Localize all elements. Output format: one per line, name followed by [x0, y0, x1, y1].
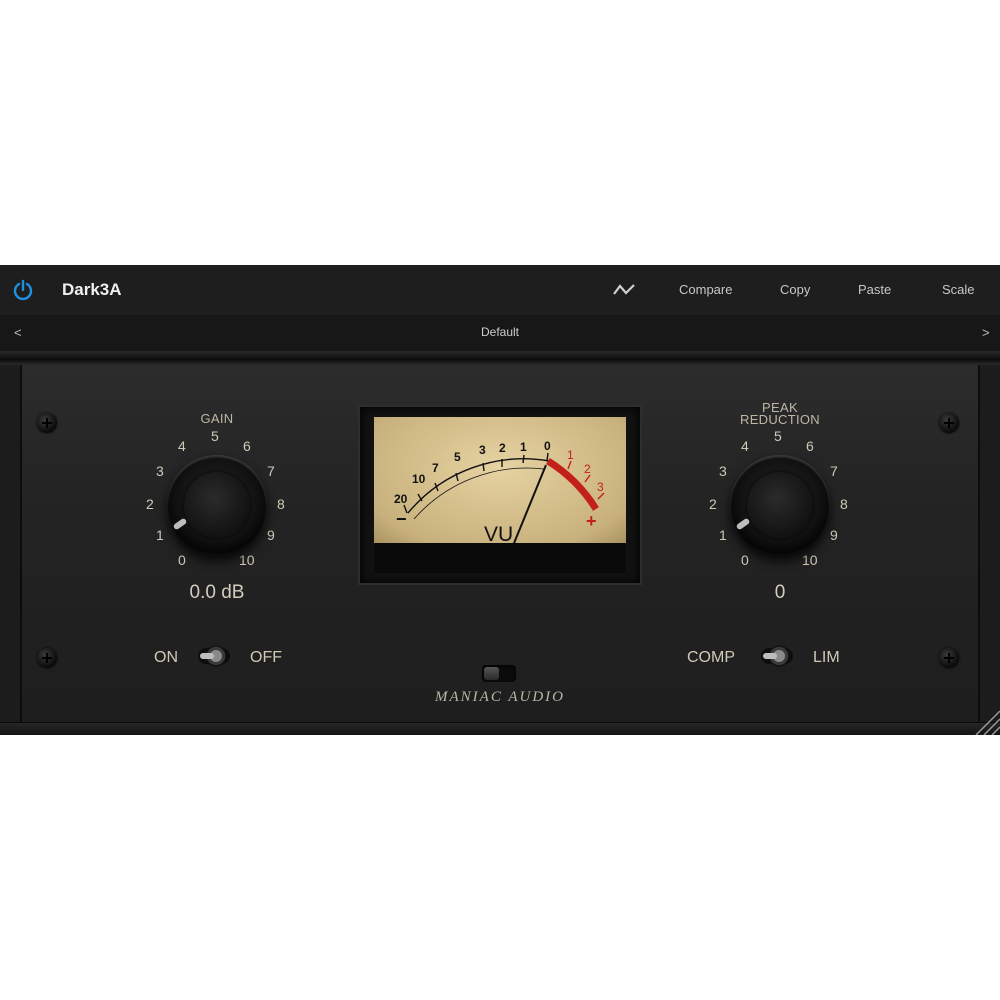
meter-mode-switch[interactable]: [482, 665, 516, 682]
vu-scale-7: 7: [432, 461, 439, 475]
vu-plus: +: [586, 511, 597, 531]
peak-reduction-knob-indicator: [735, 517, 751, 531]
vu-scale-2: 2: [499, 441, 506, 455]
vu-meter-scale: 20 10 7 5 3 2 1 0 1 2 3 − + VU: [394, 439, 605, 554]
plugin-window: Dark3A Compare Copy Paste Scale < Defaul…: [0, 265, 1000, 735]
peak-scale-8: 8: [840, 496, 848, 512]
plugin-name: Dark3A: [62, 280, 122, 299]
lim-label: LIM: [813, 649, 840, 666]
peak-scale-9: 9: [830, 527, 838, 543]
gain-readout: 0.0 dB: [189, 582, 245, 603]
next-preset-button[interactable]: >: [982, 325, 990, 340]
gain-label: GAIN: [200, 411, 234, 426]
gain-knob[interactable]: [167, 455, 267, 555]
vu-meter-base: [374, 543, 626, 573]
screw-icon: [37, 413, 57, 433]
peak-scale-3: 3: [719, 463, 727, 479]
bottom-rail: [0, 722, 1000, 735]
on-off-toggle[interactable]: [196, 642, 232, 670]
vu-scale-1: 1: [520, 440, 527, 454]
vu-scale-3: 3: [479, 443, 486, 457]
resize-handle-icon[interactable]: [972, 707, 1000, 735]
vu-meter-face: 20 10 7 5 3 2 1 0 1 2 3 − + VU: [374, 417, 626, 554]
vu-title: VU: [484, 523, 513, 543]
peak-scale-4: 4: [741, 438, 749, 454]
peak-scale-1: 1: [719, 527, 727, 543]
vu-meter: 20 10 7 5 3 2 1 0 1 2 3 − + VU: [358, 405, 642, 585]
gain-scale-0: 0: [178, 552, 186, 568]
vu-scale-red-3: 3: [597, 480, 604, 494]
peak-scale-7: 7: [830, 463, 838, 479]
gain-scale-5: 5: [211, 428, 219, 444]
gain-scale-4: 4: [178, 438, 186, 454]
gain-knob-cap: [184, 472, 250, 538]
paste-button[interactable]: Paste: [858, 282, 891, 297]
peak-scale-6: 6: [806, 438, 814, 454]
on-label: ON: [154, 649, 178, 666]
vu-minus: −: [396, 509, 407, 529]
screw-icon: [939, 413, 959, 433]
gain-scale-7: 7: [267, 463, 275, 479]
gain-scale-3: 3: [156, 463, 164, 479]
preset-name[interactable]: Default: [0, 325, 1000, 339]
screw-icon: [37, 648, 57, 668]
gain-scale-8: 8: [277, 496, 285, 512]
preset-bar: < Default >: [0, 315, 1000, 351]
peak-scale-2: 2: [709, 496, 717, 512]
vu-scale-5: 5: [454, 450, 461, 464]
comp-label: COMP: [687, 649, 735, 666]
comp-lim-toggle[interactable]: [759, 642, 795, 670]
vu-scale-20: 20: [394, 492, 408, 506]
gain-scale-1: 1: [156, 527, 164, 543]
screw-icon: [939, 648, 959, 668]
vu-needle: [509, 464, 547, 554]
peak-scale-0: 0: [741, 552, 749, 568]
power-icon[interactable]: [12, 279, 34, 301]
gain-scale-2: 2: [146, 496, 154, 512]
peak-scale-5: 5: [774, 428, 782, 444]
peak-reduction-knob[interactable]: [730, 455, 830, 555]
vu-scale-red-2: 2: [584, 462, 591, 476]
scale-button[interactable]: Scale: [942, 282, 975, 297]
vu-scale-10: 10: [412, 472, 426, 486]
top-rail: [0, 351, 1000, 365]
brand-logo: MANIAC AUDIO: [435, 689, 565, 705]
peak-reduction-readout: 0: [774, 582, 786, 603]
peak-scale-10: 10: [802, 552, 818, 568]
meter-mode-switch-handle: [484, 667, 499, 680]
gain-scale-6: 6: [243, 438, 251, 454]
host-header: Dark3A Compare Copy Paste Scale: [0, 265, 1000, 315]
gain-scale-9: 9: [267, 527, 275, 543]
off-label: OFF: [250, 649, 282, 666]
gain-knob-indicator: [172, 517, 188, 531]
vu-scale-red-1: 1: [567, 448, 574, 462]
copy-button[interactable]: Copy: [780, 282, 810, 297]
waveform-icon[interactable]: [612, 281, 636, 299]
compare-button[interactable]: Compare: [679, 282, 732, 297]
vu-scale-0: 0: [544, 439, 551, 453]
peak-label-line2: REDUCTION: [740, 412, 820, 427]
peak-reduction-knob-cap: [747, 472, 813, 538]
gain-scale-10: 10: [239, 552, 255, 568]
